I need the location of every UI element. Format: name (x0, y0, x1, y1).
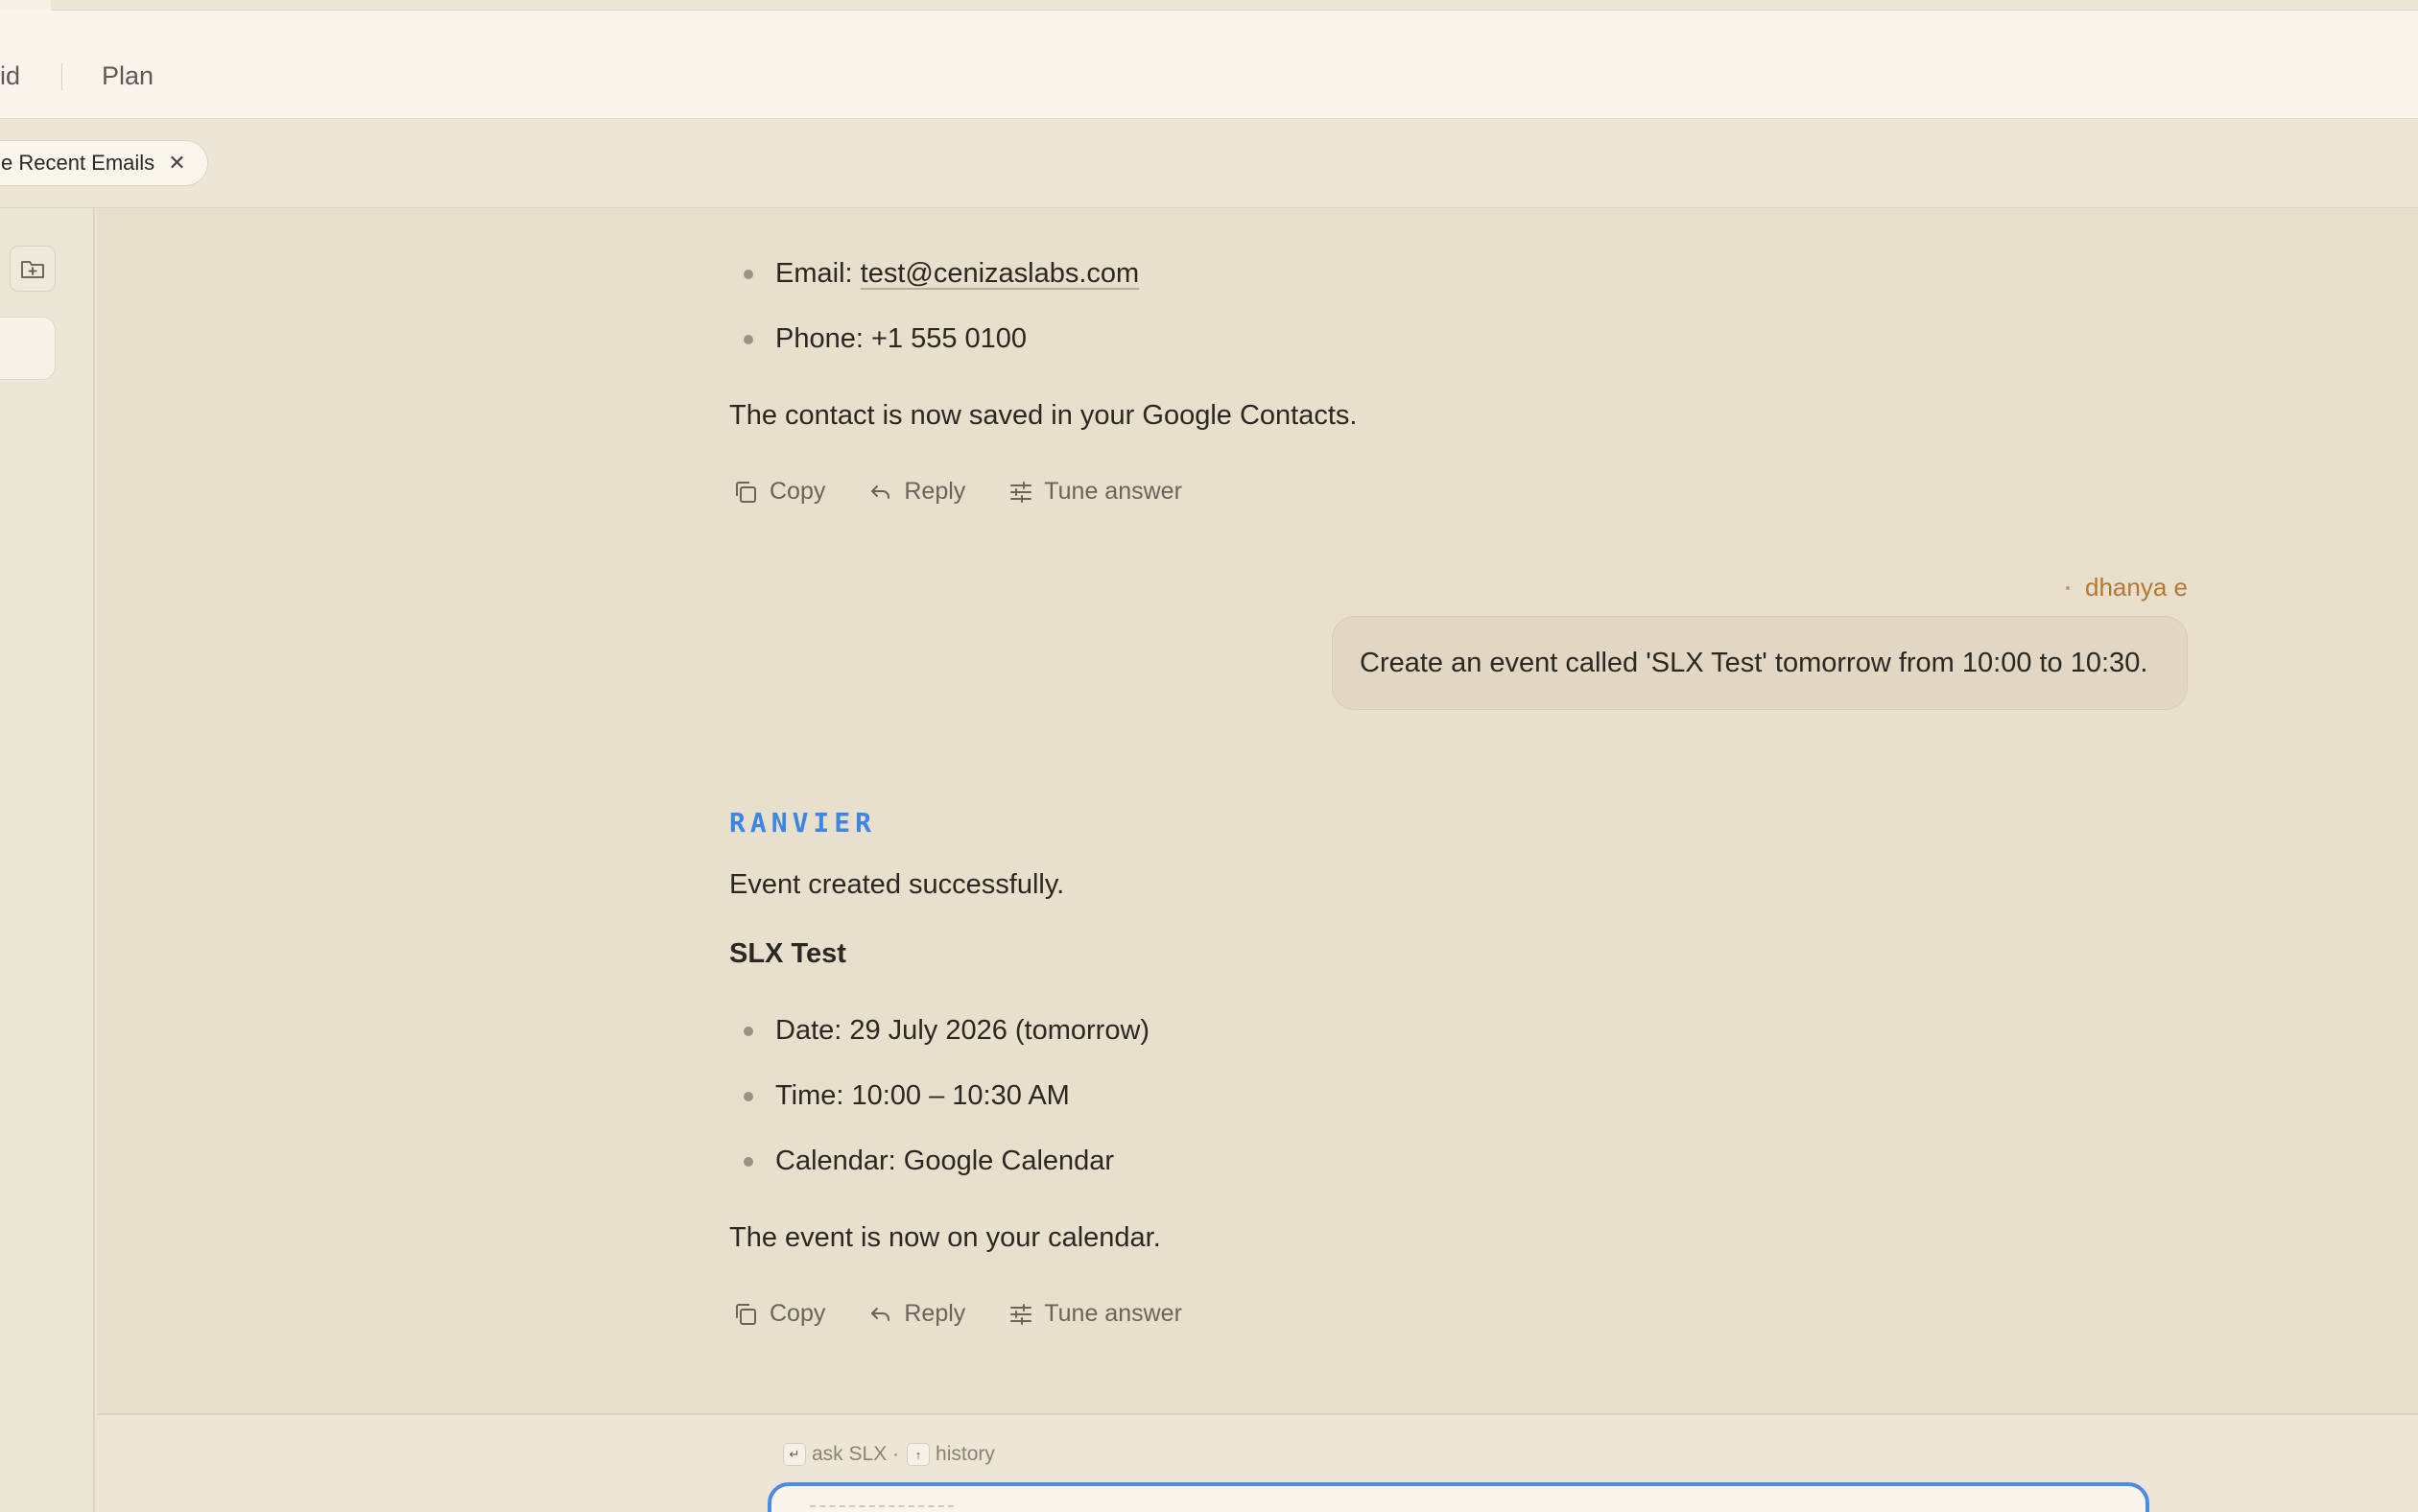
enter-key-hint: ↵ (783, 1443, 806, 1466)
context-chip-recent-emails[interactable]: e Recent Emails ✕ (0, 140, 208, 186)
chat-input[interactable] (768, 1482, 2149, 1512)
header-bar: id Plan (0, 11, 2418, 119)
list-item: Calendar: Google Calendar (729, 1142, 1150, 1180)
chat-thread (97, 208, 2418, 1413)
contact-details-list: Email: test@cenizaslabs.com Phone: +1 55… (729, 254, 1139, 358)
header-separator (61, 63, 62, 90)
folder-plus-icon (21, 261, 44, 278)
message-actions: Copy Reply Tune answer (733, 1300, 1226, 1328)
context-tab-bar (0, 119, 2418, 208)
input-placeholder-line (810, 1505, 954, 1509)
up-arrow-key-hint: ↑ (907, 1443, 931, 1466)
close-icon[interactable]: ✕ (168, 151, 185, 176)
composer-hint: ↵ ask SLX · ↑ history (783, 1443, 995, 1466)
email-link[interactable]: test@cenizaslabs.com (861, 258, 1140, 289)
event-details-list: Date: 29 July 2026 (tomorrow) Time: 10:0… (729, 1011, 1150, 1180)
header-item-id[interactable]: id (0, 53, 20, 99)
reply-icon (871, 484, 890, 499)
reply-icon (871, 1307, 890, 1321)
copy-icon (736, 1303, 756, 1325)
list-item: Time: 10:00 – 10:30 AM (729, 1076, 1150, 1115)
sliders-icon (1010, 481, 1032, 503)
phone-value: +1 555 0100 (870, 323, 1028, 354)
new-folder-button[interactable] (10, 246, 56, 292)
top-tab-strip (0, 0, 2418, 11)
copy-button[interactable]: Copy (733, 478, 825, 506)
user-dot (2066, 585, 2071, 590)
copy-button[interactable]: Copy (733, 1300, 825, 1328)
message-actions: Copy Reply Tune answer (733, 478, 1226, 506)
sidebar-conversation-card[interactable] (0, 317, 56, 380)
contact-saved-text: The contact is now saved in your Google … (729, 400, 1358, 431)
user-message-text: Create an event called 'SLX Test' tomorr… (1360, 647, 2148, 678)
reply-button[interactable]: Reply (869, 1300, 965, 1328)
list-item: Date: 29 July 2026 (tomorrow) (729, 1011, 1150, 1050)
user-name-label: dhanya e (2066, 573, 2188, 602)
list-item: Phone: +1 555 0100 (729, 319, 1139, 358)
copy-icon (736, 481, 756, 503)
user-message-bubble: Create an event called 'SLX Test' tomorr… (1332, 616, 2188, 710)
sliders-icon (1010, 1303, 1032, 1325)
list-item: Email: test@cenizaslabs.com (729, 254, 1139, 293)
reply-button[interactable]: Reply (869, 478, 965, 506)
top-tab-active[interactable] (0, 0, 51, 11)
header-item-plan[interactable]: Plan (102, 53, 154, 99)
context-chip-label: e Recent Emails (1, 151, 155, 175)
tune-answer-button[interactable]: Tune answer (1009, 1300, 1182, 1328)
assistant-intro-text: Event created successfully. (729, 869, 1065, 900)
assistant-name-label: RANVIER (729, 807, 877, 839)
event-confirmation-text: The event is now on your calendar. (729, 1222, 1161, 1253)
tune-answer-button[interactable]: Tune answer (1009, 478, 1182, 506)
sidebar (0, 208, 95, 1512)
event-title: SLX Test (729, 938, 846, 969)
